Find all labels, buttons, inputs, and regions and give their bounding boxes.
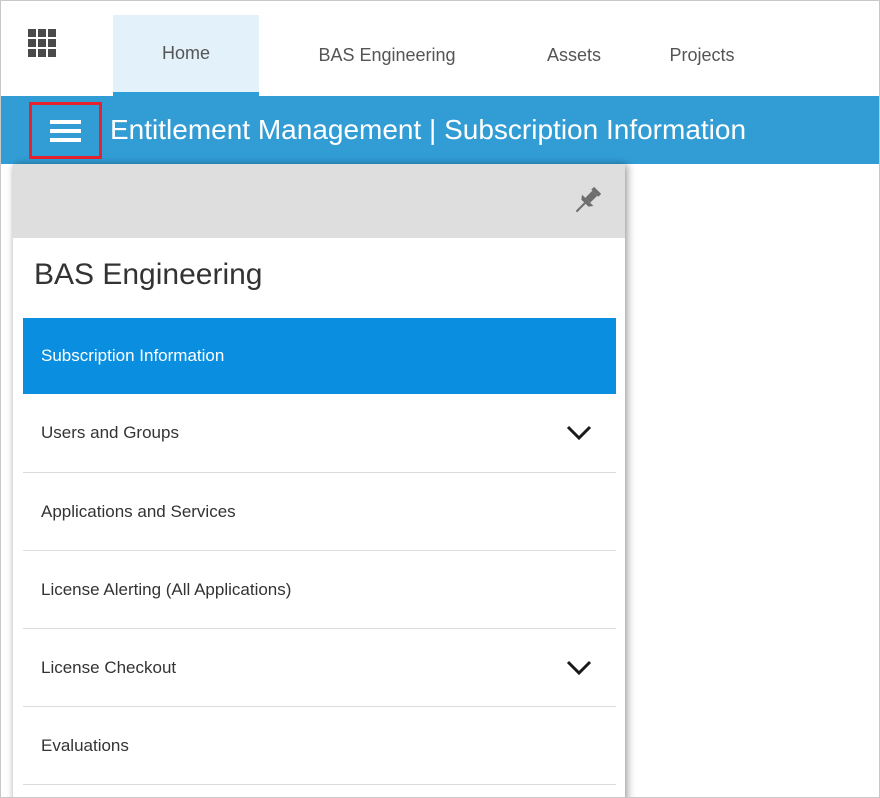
side-navigation-panel: BAS Engineering Subscription Information… [13, 164, 625, 797]
menu-item-label: Evaluations [41, 735, 129, 755]
menu-item-label: License Checkout [41, 657, 177, 677]
menu-item-label: Users and Groups [41, 423, 179, 442]
app-grid-icon[interactable] [28, 29, 58, 59]
menu-item-subscription-information[interactable]: Subscription Information [23, 318, 616, 394]
side-menu: Subscription Information Users and Group… [23, 318, 616, 785]
pin-icon[interactable] [568, 182, 606, 220]
menu-item-applications-and-services[interactable]: Applications and Services [23, 473, 616, 551]
panel-header [13, 164, 625, 238]
tab-projects[interactable]: Projects [637, 15, 767, 96]
hamburger-menu-icon[interactable] [29, 102, 102, 159]
menu-item-license-checkout[interactable]: License Checkout [23, 629, 616, 707]
menu-item-label: License Alerting (All Applications) [41, 579, 292, 599]
menu-item-license-alerting[interactable]: License Alerting (All Applications) [23, 551, 616, 629]
app-window: Home BAS Engineering Assets Projects Ent… [0, 0, 880, 798]
tab-assets[interactable]: Assets [515, 15, 633, 96]
panel-title: BAS Engineering [34, 258, 263, 291]
page-title: Entitlement Management | Subscription In… [110, 114, 747, 145]
chevron-down-icon[interactable] [566, 424, 592, 442]
top-navigation: Home BAS Engineering Assets Projects [1, 1, 879, 96]
tab-bas-engineering[interactable]: BAS Engineering [263, 15, 511, 96]
tab-home[interactable]: Home [113, 15, 259, 96]
menu-item-label: Subscription Information [41, 346, 225, 365]
chevron-down-icon[interactable] [566, 659, 592, 677]
menu-item-users-and-groups[interactable]: Users and Groups [23, 394, 616, 473]
title-bar: Entitlement Management | Subscription In… [1, 96, 879, 164]
menu-item-label: Applications and Services [41, 501, 236, 521]
menu-item-evaluations[interactable]: Evaluations [23, 707, 616, 785]
